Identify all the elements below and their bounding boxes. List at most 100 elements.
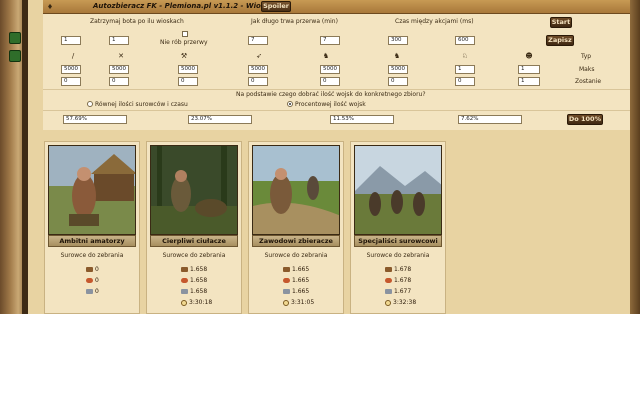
script-title-bar: ♦ Autozbieracz FK - Plemiona.pl v1.1.2 -… bbox=[43, 0, 630, 14]
zostanie-input-7[interactable]: 0 bbox=[455, 77, 475, 86]
zostanie-label: Zostanie bbox=[575, 78, 602, 85]
zostanie-input-6[interactable]: 0 bbox=[388, 77, 408, 86]
zostanie-input-1[interactable]: 0 bbox=[61, 77, 81, 86]
game-frame: ♦ Autozbieracz FK - Plemiona.pl v1.1.2 -… bbox=[0, 0, 640, 314]
maks-input-5[interactable]: 5000 bbox=[320, 65, 340, 74]
wood-row: 1.658 bbox=[181, 266, 207, 273]
wood-icon bbox=[283, 267, 290, 272]
clay-icon bbox=[181, 278, 188, 283]
radio-equal-label: Równej ilości surowców i czasu bbox=[95, 101, 188, 108]
maks-input-8[interactable]: 1 bbox=[518, 65, 540, 74]
no-break-label: Nie rób przerwy bbox=[160, 39, 208, 46]
break-length-label: Jak długo trwa przerwa (min) bbox=[251, 18, 338, 25]
iron-row: 1.665 bbox=[283, 288, 309, 295]
side-circle-icon[interactable] bbox=[9, 32, 21, 44]
no-break-checkbox[interactable] bbox=[182, 31, 188, 37]
scavenge-card-2: Cierpliwi ciułacze Surowce do zebrania 1… bbox=[146, 141, 242, 314]
card-illustration bbox=[48, 145, 136, 235]
wood-icon bbox=[385, 267, 392, 272]
wood-icon bbox=[181, 267, 188, 272]
left-decor-border bbox=[22, 0, 28, 314]
side-home-icon[interactable] bbox=[9, 50, 21, 62]
radio-percent-label: Procentowej ilość wojsk bbox=[295, 101, 366, 108]
clay-icon bbox=[283, 278, 290, 283]
break-input-1[interactable]: 7 bbox=[248, 36, 268, 45]
maks-input-1[interactable]: 5000 bbox=[61, 65, 81, 74]
time-row: 3:32:38 bbox=[385, 299, 416, 306]
divider bbox=[43, 89, 630, 90]
do-100-button[interactable]: Do 100% bbox=[567, 114, 603, 125]
stop-bot-input-1[interactable]: 1 bbox=[61, 36, 81, 45]
scavenge-card-1: Ambitni amatorzy Surowce do zebrania 0 0… bbox=[44, 141, 140, 314]
right-decor bbox=[630, 0, 640, 314]
time-row: 3:31:05 bbox=[283, 299, 314, 306]
axe-icon: ⚒ bbox=[180, 52, 188, 60]
knight-icon: ☻ bbox=[525, 52, 533, 60]
clock-icon bbox=[283, 299, 289, 306]
save-button[interactable]: Zapisz bbox=[546, 35, 574, 46]
divider bbox=[43, 110, 630, 111]
card-subtitle: Surowce do zebrania bbox=[264, 252, 328, 259]
maks-input-7[interactable]: 1 bbox=[455, 65, 475, 74]
iron-row: 1.677 bbox=[385, 288, 411, 295]
card-illustration bbox=[150, 145, 238, 235]
clay-row: 1.678 bbox=[385, 277, 411, 284]
spoiler-button[interactable]: Spoiler bbox=[261, 1, 291, 12]
clay-row: 1.658 bbox=[181, 277, 207, 284]
maks-input-2[interactable]: 5000 bbox=[109, 65, 129, 74]
mounted-archer-icon: ♘ bbox=[461, 52, 469, 60]
zostanie-input-8[interactable]: 1 bbox=[518, 77, 540, 86]
wood-icon bbox=[86, 267, 93, 272]
percent-input-3[interactable]: 11.53% bbox=[330, 115, 394, 124]
percent-input-4[interactable]: 7.62% bbox=[458, 115, 522, 124]
card-illustration bbox=[354, 145, 442, 235]
break-input-2[interactable]: 7 bbox=[320, 36, 340, 45]
archer-icon: ➶ bbox=[256, 52, 262, 60]
card-illustration bbox=[252, 145, 340, 235]
iron-row: 0 bbox=[86, 288, 99, 295]
settings-panel: Zatrzymaj bota po ilu wioskach Jak długo… bbox=[43, 14, 630, 130]
maks-input-6[interactable]: 5000 bbox=[388, 65, 408, 74]
wood-row: 1.665 bbox=[283, 266, 309, 273]
wood-row: 1.678 bbox=[385, 266, 411, 273]
heavy-cavalry-icon: ♞ bbox=[393, 52, 401, 60]
zostanie-input-2[interactable]: 0 bbox=[109, 77, 129, 86]
iron-icon bbox=[181, 289, 188, 294]
zostanie-input-5[interactable]: 0 bbox=[320, 77, 340, 86]
time-input-2[interactable]: 600 bbox=[455, 36, 475, 45]
card-name: Cierpliwi ciułacze bbox=[150, 235, 238, 247]
maks-input-4[interactable]: 5000 bbox=[248, 65, 268, 74]
maks-input-3[interactable]: 5000 bbox=[178, 65, 198, 74]
basis-question: Na podstawie czego dobrać ilość wojsk do… bbox=[236, 91, 426, 98]
wood-row: 0 bbox=[86, 266, 99, 273]
sword-icon: ✕ bbox=[118, 52, 124, 60]
time-input-1[interactable]: 300 bbox=[388, 36, 408, 45]
script-logo-icon: ♦ bbox=[46, 3, 54, 11]
start-button[interactable]: Start bbox=[550, 17, 572, 28]
iron-icon bbox=[283, 289, 290, 294]
percent-input-2[interactable]: 23.07% bbox=[188, 115, 252, 124]
card-name: Specjaliści surowcowi bbox=[354, 235, 442, 247]
clay-row: 0 bbox=[86, 277, 99, 284]
scavenge-card-4: Specjaliści surowcowi Surowce do zebrani… bbox=[350, 141, 446, 314]
light-cavalry-icon: ♞ bbox=[322, 52, 330, 60]
time-row: 3:30:18 bbox=[181, 299, 212, 306]
zostanie-input-4[interactable]: 0 bbox=[248, 77, 268, 86]
spear-icon: / bbox=[71, 52, 75, 60]
card-name: Zawodowi zbieracze bbox=[252, 235, 340, 247]
clock-icon bbox=[385, 299, 391, 306]
typ-label: Typ bbox=[581, 53, 592, 60]
percent-input-1[interactable]: 57.69% bbox=[63, 115, 127, 124]
card-subtitle: Surowce do zebrania bbox=[162, 252, 226, 259]
scavenge-card-3: Zawodowi zbieracze Surowce do zebrania 1… bbox=[248, 141, 344, 314]
iron-icon bbox=[86, 289, 93, 294]
radio-percent[interactable] bbox=[287, 101, 293, 107]
stop-bot-input-2[interactable]: 1 bbox=[109, 36, 129, 45]
time-between-label: Czas między akcjami (ms) bbox=[395, 18, 474, 25]
radio-equal[interactable] bbox=[87, 101, 93, 107]
clock-icon bbox=[181, 299, 187, 306]
card-subtitle: Surowce do zebrania bbox=[366, 252, 430, 259]
card-name: Ambitni amatorzy bbox=[48, 235, 136, 247]
clay-icon bbox=[385, 278, 392, 283]
zostanie-input-3[interactable]: 0 bbox=[178, 77, 198, 86]
